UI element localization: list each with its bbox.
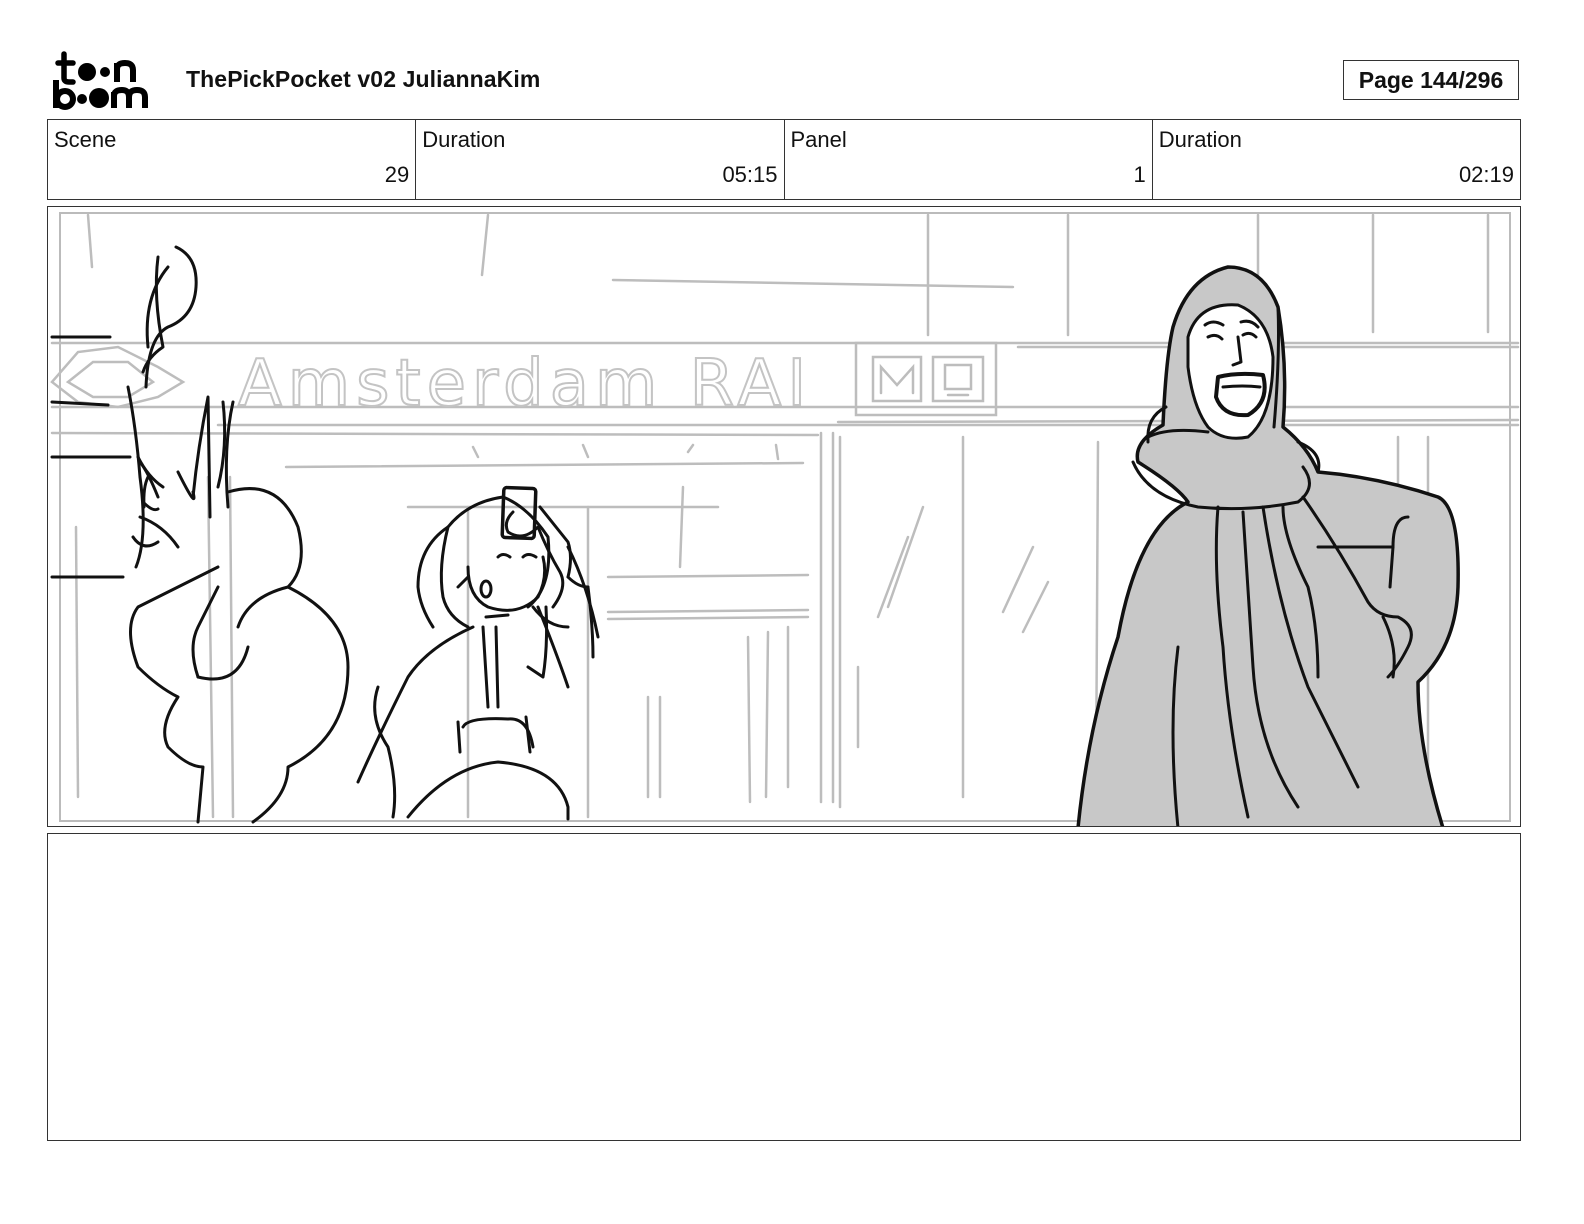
panel-duration-label: Duration: [1158, 127, 1242, 152]
left-character-sketch: [50, 245, 350, 824]
scene-info-table: Scene 29 Duration 05:15 Panel 1 Duration…: [47, 119, 1521, 200]
panel-label: Panel: [790, 127, 847, 152]
storyboard-panel: Amsterdam RAI: [47, 206, 1521, 827]
middle-character-sketch: [356, 485, 600, 821]
scene-cell: Scene 29: [48, 120, 417, 199]
toon-boom-logo: [53, 51, 148, 110]
panel-duration-cell: Duration 02:19: [1153, 120, 1520, 199]
panel-sketch: Amsterdam RAI: [50, 212, 1520, 826]
station-sign-text: Amsterdam RAI: [238, 347, 812, 421]
panel-value: 1: [1133, 162, 1146, 187]
page-indicator: Page 144/296: [1343, 60, 1519, 100]
panel-notes-box: [47, 833, 1521, 1141]
storyboard-title: ThePickPocket v02 JuliannaKim: [186, 66, 541, 92]
panel-duration-value: 02:19: [1458, 162, 1514, 187]
right-character-sketch: [1076, 265, 1460, 826]
scene-label: Scene: [54, 127, 117, 152]
panel-cell: Panel 1: [785, 120, 1153, 199]
scene-duration-label: Duration: [422, 127, 506, 152]
scene-value: 29: [384, 162, 410, 187]
scene-duration-value: 05:15: [722, 162, 778, 187]
scene-duration-cell: Duration 05:15: [416, 120, 785, 199]
